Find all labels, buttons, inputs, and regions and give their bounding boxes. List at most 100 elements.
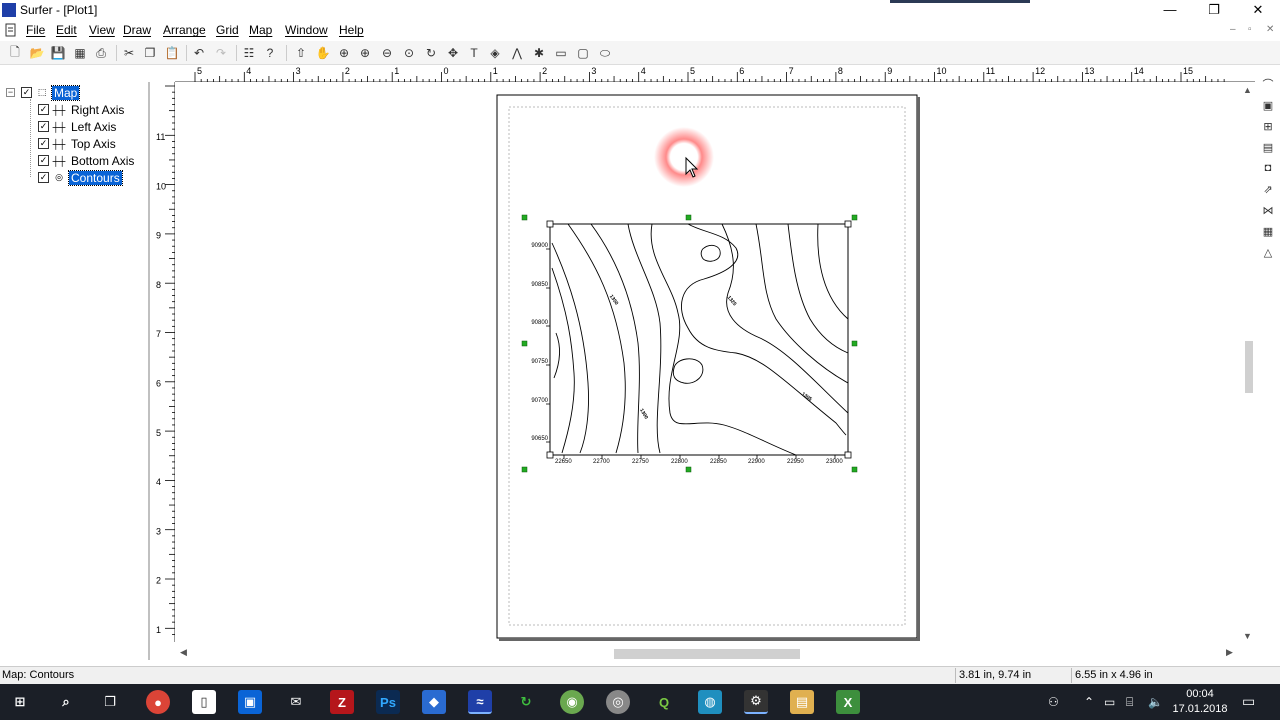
checkbox-icon[interactable]: ✓ [21, 87, 32, 98]
mdi-restore-button[interactable]: ▫ [1248, 24, 1252, 35]
disc-icon[interactable]: ◎ [606, 690, 630, 714]
select-arrow-icon[interactable]: ⇧ [292, 44, 310, 62]
paste-icon[interactable]: 📋 [163, 44, 181, 62]
spreadsheet-icon[interactable]: X [836, 690, 860, 714]
tree-item-top-axis[interactable]: ✓ ┼┼ Top Axis [38, 136, 118, 151]
worksheet-icon[interactable]: ▦ [71, 44, 89, 62]
menu-draw[interactable]: Draw [123, 23, 151, 37]
chrome-icon[interactable]: ● [146, 690, 170, 714]
battery-icon[interactable]: ▭ [1104, 695, 1115, 709]
image-map-icon[interactable]: ▤ [1260, 139, 1276, 155]
document-menu-icon[interactable] [4, 23, 18, 37]
close-button[interactable]: ✕ [1236, 0, 1280, 20]
zoom-rect-icon[interactable]: ⊕ [356, 44, 374, 62]
undo-icon[interactable]: ↶ [190, 44, 208, 62]
restore-button[interactable]: ❐ [1192, 0, 1236, 20]
checkbox-icon[interactable]: ✓ [38, 121, 49, 132]
zoom-page-icon[interactable]: ⊙ [400, 44, 418, 62]
tree-item-left-axis[interactable]: ✓ ┼┼ Left Axis [38, 119, 118, 134]
vector-map-icon[interactable]: ⇗ [1260, 181, 1276, 197]
menu-grid[interactable]: Grid [216, 23, 239, 37]
open-icon[interactable]: 📂 [28, 44, 46, 62]
symbol-tool-icon[interactable]: ✱ [530, 44, 548, 62]
sync-icon[interactable]: ↻ [514, 690, 538, 714]
file-icon[interactable]: ▯ [192, 690, 216, 714]
object-manager-icon[interactable]: ☷ [240, 44, 258, 62]
filezilla-icon[interactable]: Z [330, 690, 354, 714]
context-help-icon[interactable]: ? [261, 44, 279, 62]
taskbar-clock[interactable]: 00:04 17.01.2018 [1172, 687, 1228, 717]
polygon-tool-icon[interactable]: ◈ [486, 44, 504, 62]
steam-icon[interactable]: ⚙ [744, 690, 768, 714]
mdi-minimize-button[interactable]: – [1230, 24, 1236, 35]
horizontal-scroll-thumb[interactable] [614, 649, 800, 659]
menu-map[interactable]: Map [249, 23, 272, 37]
menu-edit[interactable]: Edit [56, 23, 77, 37]
scroll-right-icon[interactable]: ▶ [1226, 647, 1233, 658]
checkbox-icon[interactable]: ✓ [38, 155, 49, 166]
contour-map[interactable] [521, 214, 858, 473]
rectangle-tool-icon[interactable]: ▭ [552, 44, 570, 62]
save-icon[interactable]: 💾 [49, 44, 67, 62]
ellipse-tool-icon[interactable]: ⬭ [596, 44, 614, 62]
pan-hand-icon[interactable]: ✋ [314, 44, 332, 62]
folder-icon[interactable]: ▤ [790, 690, 814, 714]
copy-icon[interactable]: ❐ [141, 44, 159, 62]
reshape-icon[interactable]: ✥ [444, 44, 462, 62]
checkbox-icon[interactable]: ✓ [38, 138, 49, 149]
task-view-icon[interactable]: ❐ [98, 690, 122, 714]
print-icon[interactable]: ⎙ [92, 44, 110, 62]
search-icon[interactable]: ⌕ [54, 690, 78, 714]
surfer-taskbar-icon[interactable]: ≈ [468, 690, 492, 714]
plot-document[interactable] [176, 83, 1241, 643]
menu-window[interactable]: Window [285, 23, 328, 37]
wireframe-icon[interactable]: ⋈ [1260, 202, 1276, 218]
qgis-icon[interactable]: Q [652, 690, 676, 714]
scroll-down-icon[interactable]: ▼ [1243, 631, 1252, 641]
horizontal-scrollbar[interactable]: ◀ ▶ [176, 646, 1240, 660]
tree-item-right-axis[interactable]: ✓ ┼┼ Right Axis [38, 102, 126, 117]
tray-chevron-icon[interactable]: ⌃ [1084, 695, 1094, 709]
rounded-rectangle-tool-icon[interactable]: ▢ [574, 44, 592, 62]
post-map-icon[interactable]: ⊞ [1260, 118, 1276, 134]
menu-arrange[interactable]: Arrange [163, 23, 206, 37]
photoshop-icon[interactable]: Ps [376, 690, 400, 714]
vertical-scrollbar[interactable]: ▲ ▼ [1240, 83, 1254, 645]
vertical-scroll-thumb[interactable] [1245, 341, 1253, 393]
people-icon[interactable]: ⚇ [1048, 695, 1059, 709]
zoom-out-icon[interactable]: ⊖ [378, 44, 396, 62]
mail-icon[interactable]: ✉ [284, 690, 308, 714]
network-icon[interactable]: ⌸ [1126, 695, 1133, 710]
menu-help[interactable]: Help [339, 23, 364, 37]
text-tool-icon[interactable]: T [465, 44, 483, 62]
variogram-icon[interactable]: △ [1260, 244, 1276, 260]
earth-icon[interactable]: ◍ [698, 690, 722, 714]
windows-start-icon[interactable]: ⊞ [8, 690, 32, 714]
mdi-close-button[interactable]: ✕ [1266, 24, 1274, 35]
store-icon[interactable]: ▣ [238, 690, 262, 714]
volume-icon[interactable]: 🔈 [1148, 695, 1163, 709]
scroll-left-icon[interactable]: ◀ [180, 647, 187, 658]
zoom-in-icon[interactable]: ⊕ [335, 44, 353, 62]
app-icon[interactable]: ◆ [422, 690, 446, 714]
new-icon[interactable]: 🗋 [6, 44, 24, 62]
minimize-button[interactable]: — [1148, 0, 1192, 20]
menu-view[interactable]: View [89, 23, 115, 37]
surface-map-icon[interactable]: ▦ [1260, 223, 1276, 239]
polyline-tool-icon[interactable]: ⋀ [508, 44, 526, 62]
tree-item-map[interactable]: ✓ ⬚ Map [21, 84, 81, 101]
tree-item-contours[interactable]: ✓ ◎ Contours [38, 169, 123, 186]
scroll-up-icon[interactable]: ▲ [1243, 85, 1252, 95]
shaded-relief-icon[interactable]: ◘ [1260, 160, 1276, 176]
checkbox-icon[interactable]: ✓ [38, 104, 49, 115]
tree-collapse-icon[interactable]: − [6, 88, 15, 97]
base-map-icon[interactable]: ▣ [1260, 97, 1276, 113]
notifications-icon[interactable]: ▭ [1242, 693, 1255, 710]
redraw-icon[interactable]: ↻ [422, 44, 440, 62]
redo-icon[interactable]: ↷ [212, 44, 230, 62]
plot-canvas[interactable]: 90900 90850 90800 90750 90700 90650 2265… [176, 83, 1241, 643]
menu-file[interactable]: File [26, 23, 45, 37]
checkbox-icon[interactable]: ✓ [38, 172, 49, 183]
globe-icon[interactable]: ◉ [560, 690, 584, 714]
new-contour-map-icon[interactable]: ⌒ [1260, 76, 1276, 92]
